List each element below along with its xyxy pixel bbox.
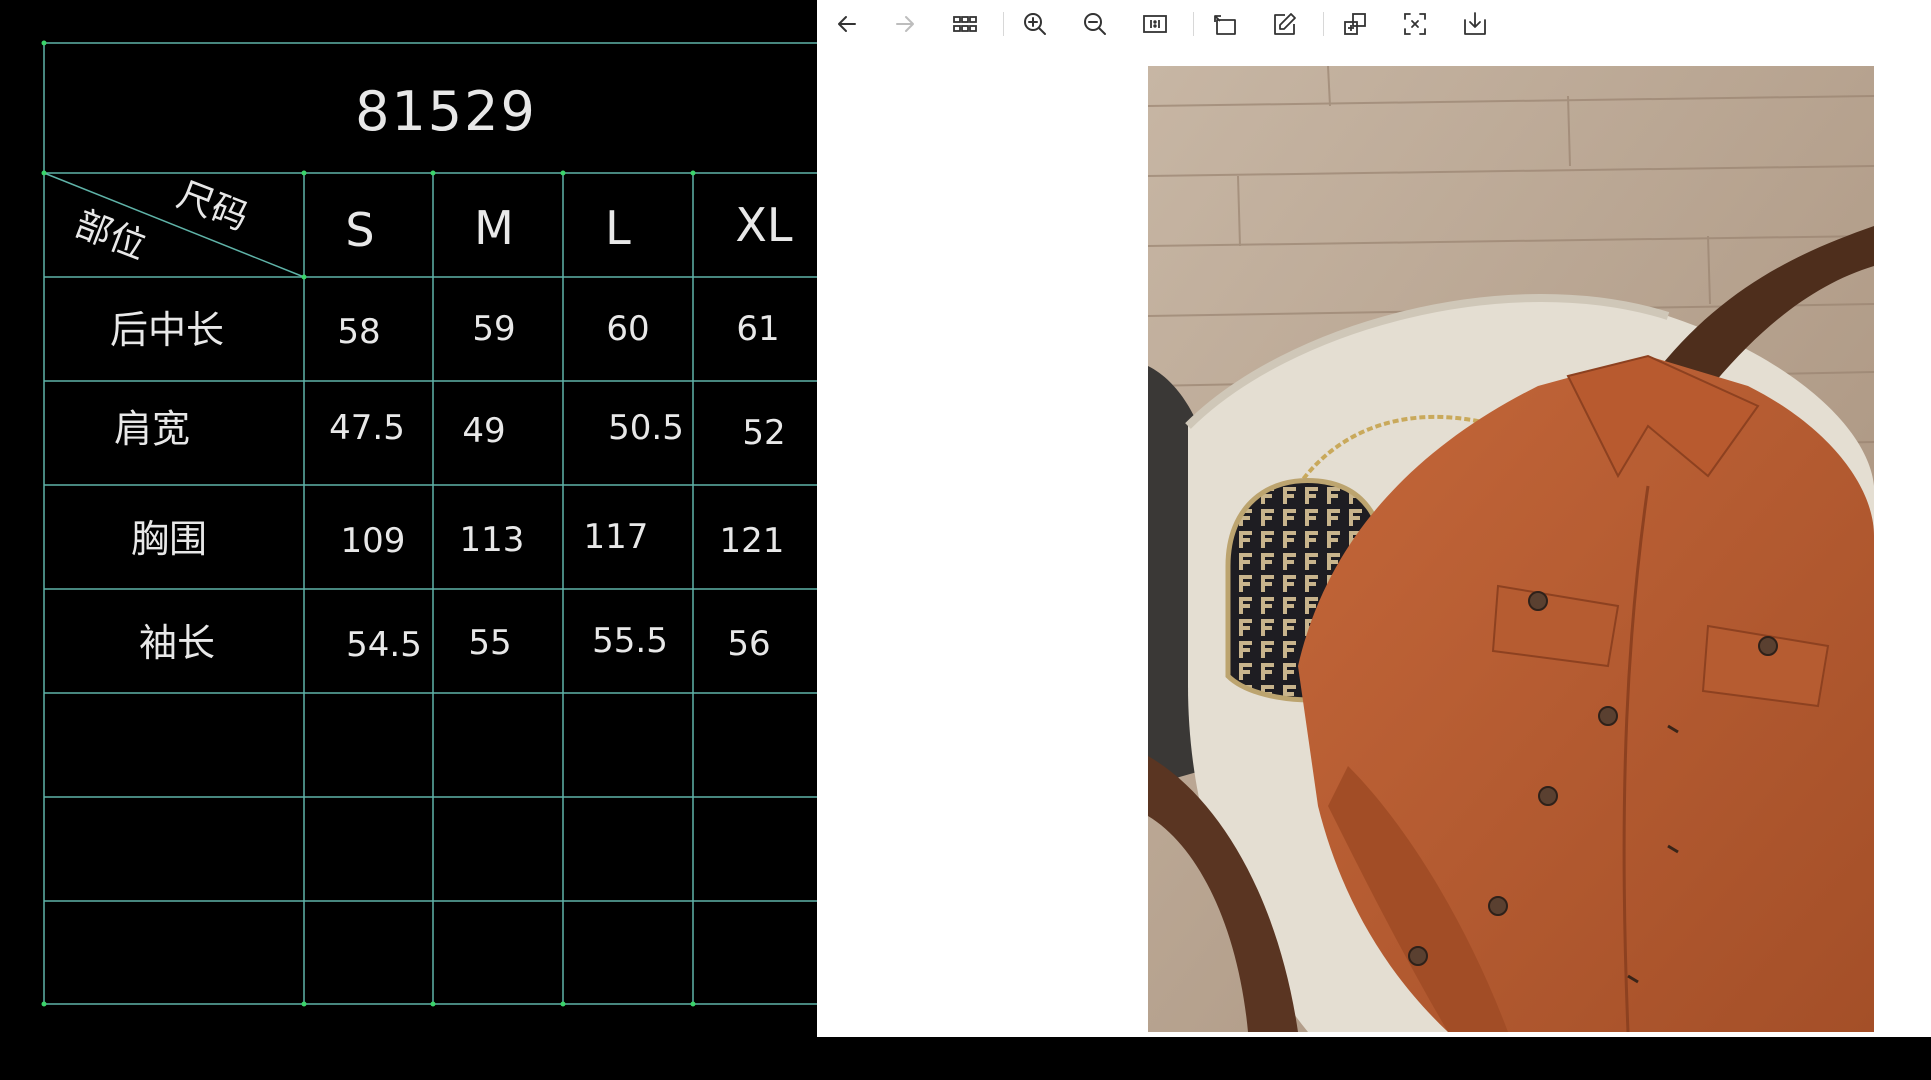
corner-label-part: 部位 (70, 204, 152, 268)
cell-value: 60 (606, 309, 649, 349)
cell-value: 56 (727, 624, 770, 664)
toolbar-separator (1323, 12, 1324, 36)
cell-value: 59 (472, 309, 515, 349)
edit-button[interactable] (1267, 6, 1303, 42)
cell-value: 117 (584, 517, 649, 557)
back-button[interactable] (829, 6, 865, 42)
arrow-right-icon (896, 16, 914, 32)
row-label-back-length: 后中长 (110, 308, 224, 352)
zoom-out-icon (1084, 13, 1106, 35)
size-header-s: S (345, 203, 374, 257)
size-chart-drawing: 81529 尺码 部位 S M L XL 后中长 58 59 60 61 肩宽 … (41, 40, 817, 1007)
cell-value: 47.5 (329, 408, 405, 448)
image-viewer (817, 0, 1931, 1037)
arrow-left-icon (838, 16, 856, 32)
cell-value: 61 (736, 309, 779, 349)
toolbar-separator (1003, 12, 1004, 36)
size-header-m: M (474, 201, 514, 255)
rotate-button[interactable] (1207, 6, 1243, 42)
size-header-xl: XL (735, 198, 793, 252)
edit-icon (1274, 13, 1296, 35)
image-compare-button[interactable] (1337, 6, 1373, 42)
cell-value: 109 (341, 521, 406, 561)
actual-size-button[interactable] (1137, 6, 1173, 42)
row-label-chest: 胸围 (131, 517, 207, 561)
zoom-in-button[interactable] (1017, 6, 1053, 42)
download-icon (1464, 12, 1486, 35)
cell-value: 113 (460, 520, 525, 560)
actual-size-icon (1143, 15, 1167, 33)
size-header-l: L (605, 201, 631, 255)
cell-value: 52 (742, 413, 785, 453)
grid-view-button[interactable] (947, 6, 983, 42)
row-label-shoulder-width: 肩宽 (114, 407, 190, 451)
cell-value: 121 (720, 521, 785, 561)
photo-illustration (1148, 66, 1874, 1032)
zoom-in-icon (1024, 13, 1046, 35)
chart-title: 81529 (355, 80, 537, 143)
viewer-toolbar (817, 0, 1931, 48)
rotate-icon (1214, 15, 1236, 35)
cell-value: 54.5 (346, 625, 422, 665)
fit-screen-button[interactable] (1397, 6, 1433, 42)
cell-value: 55.5 (592, 621, 668, 661)
image-compare-icon (1344, 13, 1366, 35)
cell-value: 58 (337, 312, 380, 352)
product-photo (1148, 66, 1874, 1032)
toolbar-separator (1193, 12, 1194, 36)
fit-screen-icon (1404, 13, 1426, 35)
zoom-out-button[interactable] (1077, 6, 1113, 42)
download-button[interactable] (1457, 6, 1493, 42)
row-label-sleeve-length: 袖长 (139, 621, 215, 665)
forward-button[interactable] (887, 6, 923, 42)
size-chart-panel: 81529 尺码 部位 S M L XL 后中长 58 59 60 61 肩宽 … (0, 0, 817, 1080)
cell-value: 55 (468, 623, 511, 663)
grid-icon (953, 16, 977, 32)
cell-value: 49 (462, 411, 505, 451)
cell-value: 50.5 (608, 408, 684, 448)
